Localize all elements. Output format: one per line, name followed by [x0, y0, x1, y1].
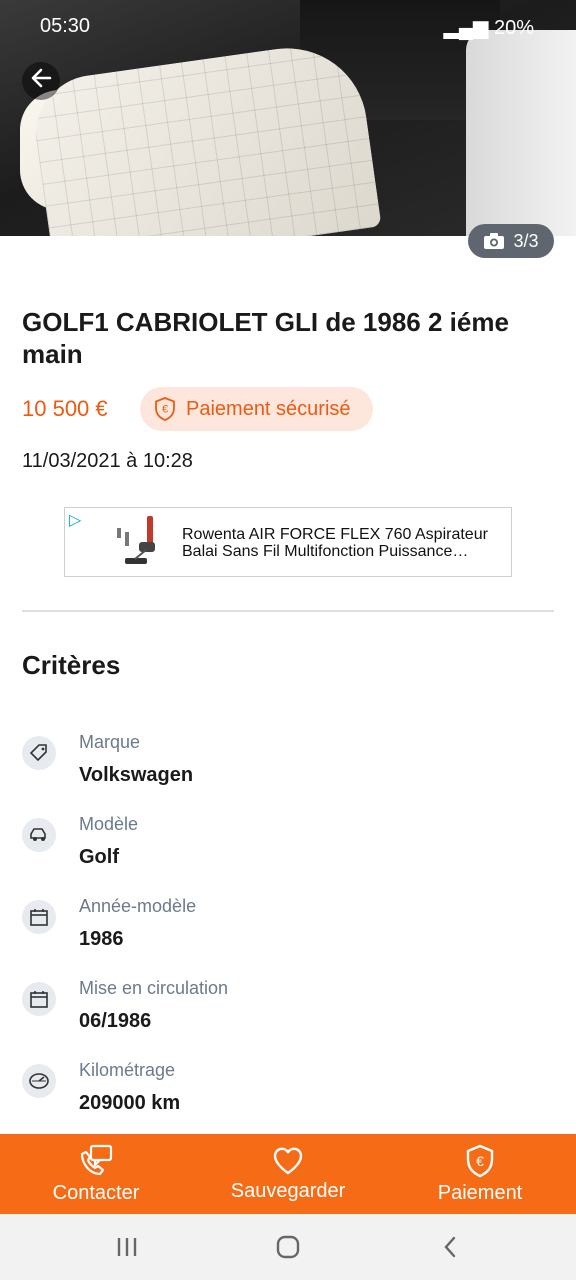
section-divider	[22, 610, 554, 612]
criteria-value: 1986	[79, 928, 124, 950]
status-bar: 05:30 ▂▄▆ 20%	[0, 0, 576, 52]
photo-seat	[28, 37, 382, 236]
criteria-label: Kilométrage	[79, 1060, 176, 1080]
svg-text:€: €	[476, 1153, 484, 1169]
heart-icon	[273, 1147, 303, 1174]
ad-text-line1: Rowenta AIR FORCE FLEX 760 Aspirateur	[182, 526, 488, 543]
criteria-label: Mise en circulation	[79, 978, 229, 998]
criteria-item-model-year: Année-modèle 1986	[22, 896, 542, 966]
criteria-label: Modèle	[79, 814, 139, 834]
system-nav-bar	[0, 1214, 576, 1280]
secure-payment-label: Paiement sécurisé	[186, 397, 351, 420]
listing-date: 11/03/2021 à 10:28	[22, 450, 193, 472]
battery-level: 20%	[493, 17, 534, 39]
criteria-value: 209000 km	[79, 1092, 181, 1114]
adchoices-icon[interactable]: ▷	[69, 510, 81, 530]
listing-price: 10 500 €	[22, 396, 108, 421]
criteria-item-brand: Marque Volkswagen	[22, 732, 542, 802]
recent-apps-button[interactable]	[107, 1232, 147, 1262]
contact-label: Contacter	[52, 1181, 140, 1204]
status-right: ▂▄▆ 20%	[443, 15, 534, 40]
calendar-icon	[22, 982, 56, 1016]
criteria-item-model: Modèle Golf	[22, 814, 542, 884]
status-time: 05:30	[40, 15, 91, 37]
home-icon	[276, 1235, 300, 1259]
listing-title: GOLF1 CABRIOLET GLI de 1986 2 iéme main	[22, 307, 509, 369]
ad-text-line2: Balai Sans Fil Multifonction Puissance…	[182, 543, 469, 560]
criteria-title: Critères	[22, 650, 121, 680]
criteria-value: 06/1986	[79, 1010, 152, 1032]
camera-icon	[484, 233, 505, 249]
criteria-item-registration: Mise en circulation 06/1986	[22, 978, 542, 1048]
criteria-item-mileage: Kilométrage 209000 km	[22, 1060, 542, 1130]
ad-text: Rowenta AIR FORCE FLEX 760 Aspirateur Ba…	[182, 526, 502, 560]
payment-button[interactable]: € Paiement	[384, 1134, 576, 1214]
chevron-left-icon	[444, 1236, 456, 1258]
payment-label: Paiement	[437, 1181, 523, 1204]
speedometer-icon	[22, 1064, 56, 1098]
chat-phone-icon	[80, 1144, 113, 1175]
ad-banner[interactable]: ▷ Rowenta AIR FORCE FLEX 760 Aspirateur …	[64, 507, 512, 577]
criteria-label: Année-modèle	[79, 896, 197, 916]
photo-counter[interactable]: 3/3	[468, 224, 554, 258]
arrow-left-icon	[31, 68, 52, 88]
vacuum-product-image	[117, 516, 155, 564]
bottom-action-bar: Contacter Sauvegarder € Paiement	[0, 1134, 576, 1214]
recent-apps-icon	[117, 1238, 137, 1256]
criteria-value: Golf	[79, 846, 119, 868]
back-button[interactable]	[22, 62, 60, 100]
photo-counter-text: 3/3	[513, 230, 539, 251]
criteria-value: Volkswagen	[79, 764, 194, 786]
photo-door	[466, 30, 576, 236]
criteria-label: Marque	[79, 732, 141, 752]
tag-icon	[22, 736, 56, 770]
back-nav-button[interactable]	[430, 1232, 470, 1262]
save-label: Sauvegarder	[230, 1179, 346, 1202]
svg-text:€: €	[162, 404, 168, 416]
secure-payment-badge[interactable]: € Paiement sécurisé	[140, 387, 373, 431]
car-icon	[22, 818, 56, 852]
shield-euro-icon: €	[155, 397, 175, 421]
calendar-icon	[22, 900, 56, 934]
home-button[interactable]	[268, 1232, 308, 1262]
save-button[interactable]: Sauvegarder	[192, 1134, 384, 1214]
signal-icon: ▂▄▆	[443, 17, 489, 39]
contact-button[interactable]: Contacter	[0, 1134, 192, 1214]
shield-euro-icon: €	[466, 1144, 494, 1177]
